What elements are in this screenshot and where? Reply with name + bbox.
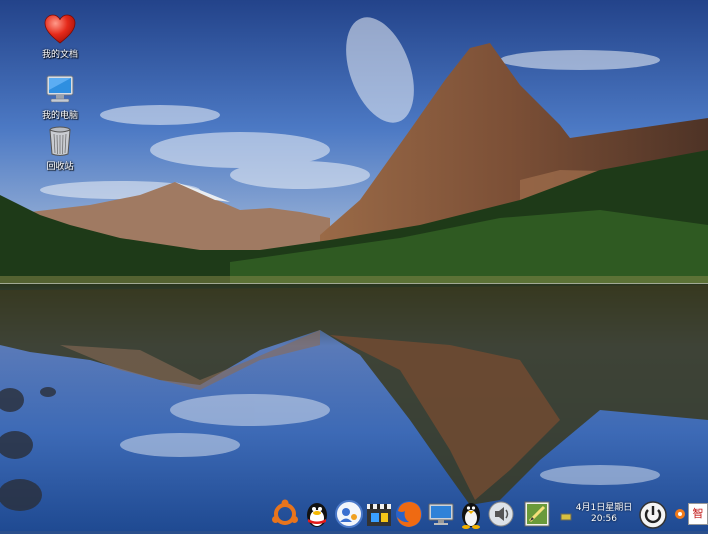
dock-item-display[interactable] (426, 499, 456, 529)
dock-item-volume[interactable] (486, 499, 516, 529)
firefox-icon (396, 501, 422, 527)
dock-item-firefox[interactable] (394, 499, 424, 529)
dock-item-qq[interactable] (302, 499, 332, 529)
desktop-icon-recycle-bin[interactable]: 回收站 (30, 124, 90, 172)
linux-penguin-icon (462, 503, 480, 529)
dock-item-linux[interactable] (456, 499, 486, 529)
qq-penguin-icon (307, 503, 327, 527)
dock-item-video-chat[interactable] (334, 499, 364, 529)
power-button[interactable] (638, 500, 668, 530)
dock-item-ubuntu[interactable] (270, 499, 300, 529)
taskbar-clock[interactable]: 4月1日星期日 20:56 (574, 503, 634, 525)
tray-keyboard-icon[interactable] (560, 508, 572, 521)
heart-icon (44, 14, 76, 44)
dock-item-media[interactable] (364, 499, 394, 529)
power-icon (639, 501, 667, 529)
input-method-indicator[interactable]: 智 (688, 503, 708, 525)
desktop-icon-label: 我的文档 (41, 50, 78, 60)
speaker-icon (488, 501, 514, 527)
clapperboard-icon (367, 504, 391, 526)
notepad-icon (524, 501, 550, 527)
desktop-wallpaper (0, 0, 708, 531)
keyboard-icon (560, 513, 572, 521)
monitor-icon (428, 503, 454, 525)
desktop-icon-my-documents[interactable]: 我的文档 (30, 12, 90, 60)
desktop-icon-my-computer[interactable]: 我的电脑 (30, 73, 90, 121)
computer-icon (46, 75, 74, 103)
desktop-icon-label: 我的电脑 (41, 111, 78, 121)
video-chat-icon (335, 500, 363, 528)
clock-date: 4月1日星期日 (575, 503, 633, 513)
dock-item-notepad[interactable] (522, 499, 552, 529)
clock-time: 20:56 (591, 514, 617, 524)
trash-icon (49, 126, 71, 156)
ubuntu-icon (272, 499, 298, 525)
tray-settings[interactable] (674, 506, 686, 520)
gear-icon (675, 509, 685, 519)
desktop-icon-label: 回收站 (46, 162, 74, 172)
